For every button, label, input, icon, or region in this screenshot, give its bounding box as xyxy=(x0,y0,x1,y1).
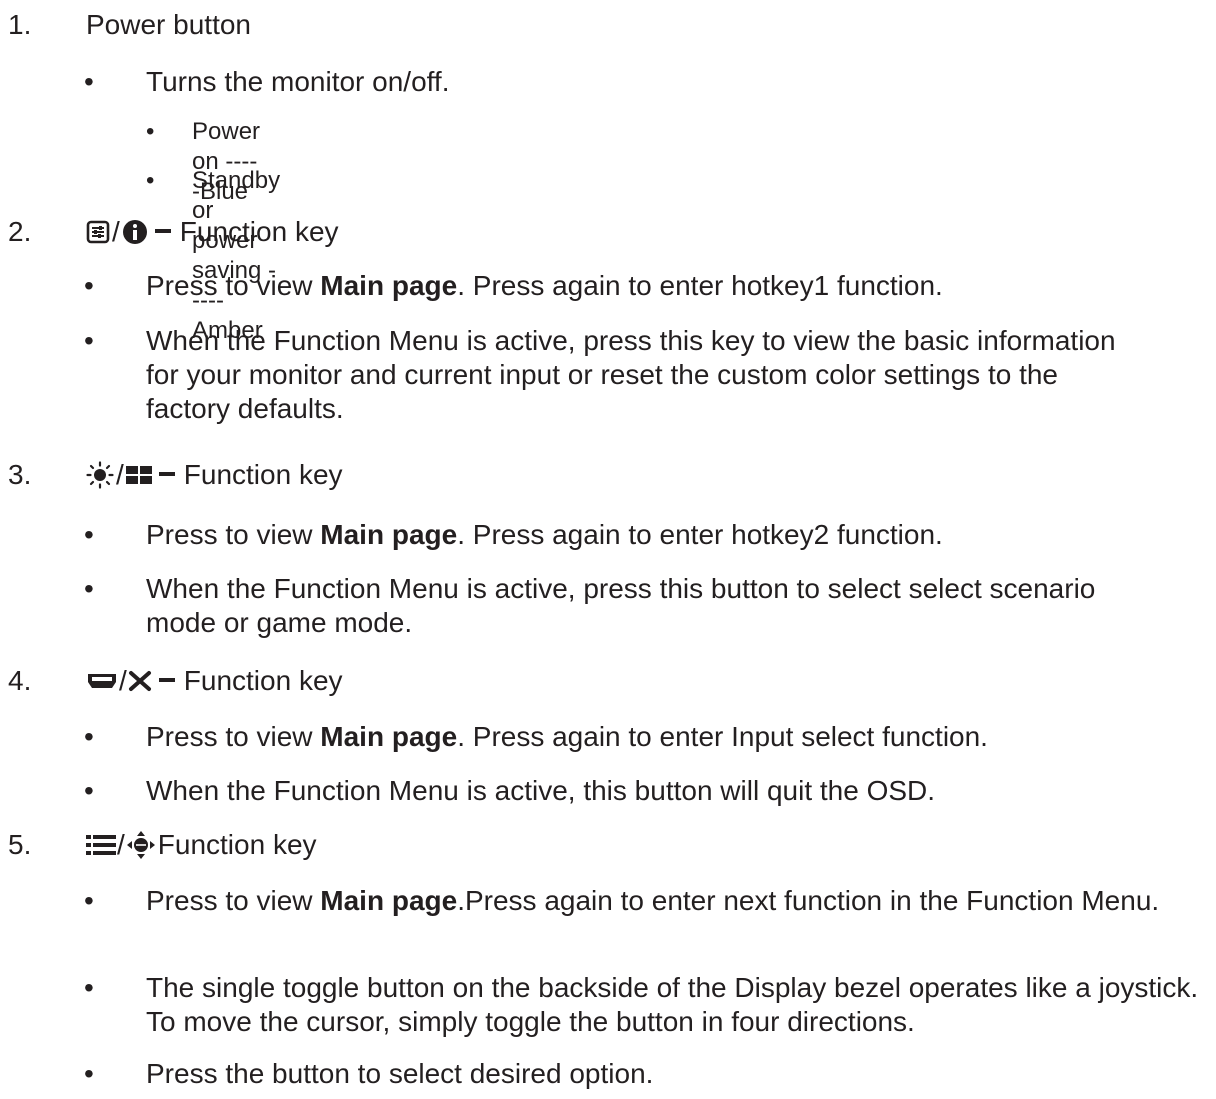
item-2-title: Function key xyxy=(179,216,339,247)
text-post: . Press again to enter hotkey1 function. xyxy=(457,270,943,301)
bullet-text: When the Function Menu is active, this b… xyxy=(146,775,936,806)
item-4-heading: / Function key xyxy=(86,664,343,698)
dash-icon xyxy=(154,220,172,244)
item-2-heading: / Function key xyxy=(86,215,339,249)
dash-icon xyxy=(158,463,176,487)
bullet-dot: • xyxy=(146,118,155,145)
item-3-heading: / Function key xyxy=(86,458,343,492)
bullet-text: Press to view Main page.Press again to e… xyxy=(146,884,1212,918)
bullet-text: Turns the monitor on/off. xyxy=(146,66,450,97)
bullet-dot: • xyxy=(84,573,94,604)
text-post: . Press again to enter hotkey2 function. xyxy=(457,519,943,550)
text-post: . Press again to enter Input select func… xyxy=(457,721,988,752)
text-pre: Press to view xyxy=(146,721,321,752)
text-bold: Main page xyxy=(320,721,458,752)
item-3-title: Function key xyxy=(183,459,343,490)
text-post: .Press again to enter next function in t… xyxy=(457,885,1160,916)
text-bold: Main page xyxy=(320,519,458,550)
text-pre: Press to view xyxy=(146,270,321,301)
bullet-text: Press to view Main page. Press again to … xyxy=(146,269,1214,303)
input-port-icon xyxy=(86,671,118,691)
separator: / xyxy=(119,665,127,696)
separator: / xyxy=(112,216,120,247)
bullet-text: Press the button to select desired optio… xyxy=(146,1058,654,1089)
bullet-dot: • xyxy=(84,721,94,752)
bullet-dot: • xyxy=(84,972,94,1003)
bullet-text: When the Function Menu is active, press … xyxy=(146,325,1116,424)
item-5-heading: / Function key xyxy=(86,828,317,862)
item-1-number: 1. xyxy=(8,9,32,40)
close-icon xyxy=(128,670,152,692)
bullet-text: Standby or power saving -----Amber xyxy=(192,167,281,344)
item-5-number: 5. xyxy=(8,829,32,860)
item-1-title: Power button xyxy=(86,9,251,40)
menu-list-icon xyxy=(86,833,116,857)
settings-panel-icon xyxy=(86,220,110,244)
bullet-dot: • xyxy=(146,167,155,194)
text-pre: Press to view xyxy=(146,519,321,550)
item-4-title: Function key xyxy=(183,665,343,696)
text-pre: Press to view xyxy=(146,885,321,916)
text-bold: Main page xyxy=(320,270,458,301)
dash-icon xyxy=(158,669,176,693)
bullet-dot: • xyxy=(84,775,94,806)
joystick-icon xyxy=(126,830,156,860)
bullet-dot: • xyxy=(84,519,94,550)
bullet-text: The single toggle button on the backside… xyxy=(146,972,1199,1037)
bullet-dot: • xyxy=(84,325,94,356)
separator: / xyxy=(116,459,124,490)
bullet-dot: • xyxy=(84,1058,94,1089)
bullet-dot: • xyxy=(84,66,94,97)
bullet-dot: • xyxy=(84,885,94,916)
bullet-text: When the Function Menu is active, press … xyxy=(146,573,1096,638)
item-2-number: 2. xyxy=(8,216,32,247)
item-4-number: 4. xyxy=(8,665,32,696)
text-bold: Main page xyxy=(320,885,458,916)
bullet-dot: • xyxy=(84,270,94,301)
info-icon xyxy=(122,219,148,245)
bullet-text: Press to view Main page. Press again to … xyxy=(146,518,1214,552)
item-5-title: Function key xyxy=(157,829,317,860)
bullet-text: Press to view Main page. Press again to … xyxy=(146,720,1214,754)
grid-icon xyxy=(125,465,152,485)
brightness-icon xyxy=(86,461,114,489)
separator: / xyxy=(117,829,125,860)
item-3-number: 3. xyxy=(8,459,32,490)
